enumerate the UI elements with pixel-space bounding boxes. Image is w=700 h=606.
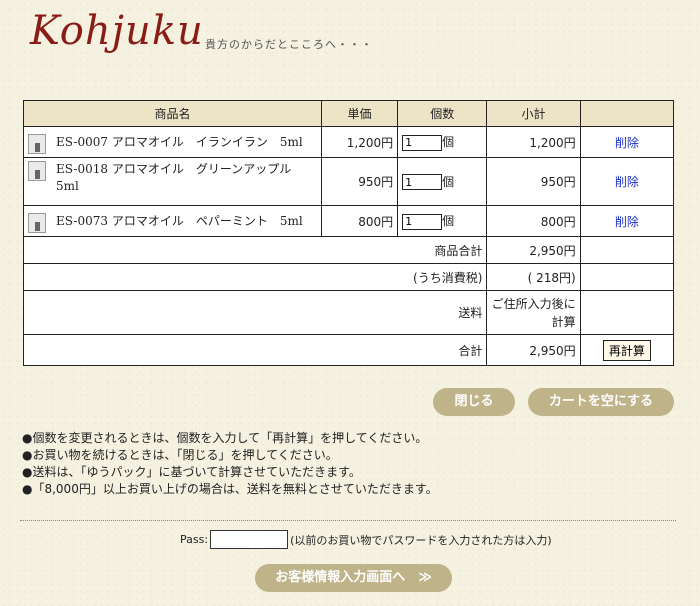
- site-tagline: 貴方のからだとこころへ・・・: [205, 38, 373, 51]
- quantity-input[interactable]: [402, 213, 443, 230]
- section-divider: [20, 520, 676, 521]
- product-name: ES-0073 アロマオイル ペパーミント 5ml: [56, 213, 303, 228]
- table-header-row: 商品名 単価 個数 小計: [23, 100, 675, 127]
- delete-link[interactable]: 削除: [615, 175, 639, 189]
- password-row: Pass: (以前のお買い物でパスワードを入力された方は入力): [180, 530, 552, 549]
- product-thumbnail-icon: [28, 133, 46, 154]
- note-item: ●「8,000円」以上お買い上げの場合は、送料を無料とさせていただきます。: [22, 482, 438, 496]
- goods-total-row: 商品合計 2,950円: [22, 236, 675, 264]
- product-name: ES-0018 アロマオイル グリーンアップル 5ml: [56, 162, 304, 193]
- shipping-row: 送料 ご住所入力後に計算: [22, 290, 675, 335]
- quantity-input[interactable]: [402, 134, 443, 151]
- product-thumbnail-icon: [28, 212, 46, 233]
- subtotal: 950円: [486, 157, 581, 206]
- total-row: 合計 2,950円 再計算: [22, 334, 675, 366]
- tax-label: (うち消費税): [22, 263, 488, 291]
- product-cell: ES-0018 アロマオイル グリーンアップル 5ml: [23, 157, 322, 206]
- shipping-label: 送料: [22, 290, 488, 335]
- goods-total-value: 2,950円: [486, 236, 581, 264]
- recalculate-button[interactable]: 再計算: [602, 339, 651, 361]
- quantity-cell: 個: [397, 157, 488, 206]
- close-button[interactable]: 閉じる: [433, 388, 515, 416]
- header-subtotal: 小計: [486, 100, 581, 127]
- empty-cell: [579, 290, 675, 335]
- empty-cart-button[interactable]: カートを空にする: [528, 388, 674, 416]
- unit-price: 950円: [320, 157, 399, 206]
- cart-table: 商品名 単価 個数 小計 ES-0007 アロマオイル イランイラン 5ml 1…: [22, 100, 675, 366]
- quantity-unit: 個: [442, 135, 455, 150]
- product-cell: ES-0007 アロマオイル イランイラン 5ml: [23, 126, 322, 158]
- password-label: Pass:: [180, 533, 209, 546]
- delete-cell: 削除: [579, 126, 675, 158]
- unit-price: 1,200円: [320, 126, 399, 158]
- header-unit-price: 単価: [320, 100, 399, 127]
- total-value: 2,950円: [486, 334, 581, 366]
- table-row: ES-0007 アロマオイル イランイラン 5ml 1,200円 個 1,200…: [23, 126, 675, 158]
- delete-cell: 削除: [579, 157, 675, 206]
- subtotal: 800円: [486, 205, 581, 237]
- proceed-button[interactable]: お客様情報入力画面へ ≫: [255, 564, 452, 592]
- total-label: 合計: [22, 334, 488, 366]
- unit-price: 800円: [320, 205, 399, 237]
- quantity-unit: 個: [442, 174, 455, 189]
- empty-cell: [579, 236, 675, 264]
- password-note: (以前のお買い物でパスワードを入力された方は入力): [290, 533, 552, 547]
- table-row: ES-0018 アロマオイル グリーンアップル 5ml 950円 個 950円 …: [23, 157, 675, 206]
- product-name: ES-0007 アロマオイル イランイラン 5ml: [56, 134, 303, 149]
- header-product: 商品名: [23, 100, 322, 127]
- recalc-cell: 再計算: [579, 334, 675, 366]
- delete-cell: 削除: [579, 205, 675, 237]
- subtotal: 1,200円: [486, 126, 581, 158]
- delete-link[interactable]: 削除: [615, 215, 639, 229]
- tax-row: (うち消費税) ( 218円): [22, 263, 675, 291]
- site-logo: Kohjuku: [30, 8, 204, 54]
- goods-total-label: 商品合計: [22, 236, 488, 264]
- header-empty: [579, 100, 675, 127]
- header-quantity: 個数: [397, 100, 488, 127]
- tax-value: ( 218円): [486, 263, 581, 291]
- empty-cell: [579, 263, 675, 291]
- product-thumbnail-icon: [28, 161, 46, 181]
- notes-list: ●個数を変更されるときは、個数を入力して「再計算」を押してください。 ●お買い物…: [22, 430, 438, 498]
- note-item: ●個数を変更されるときは、個数を入力して「再計算」を押してください。: [22, 431, 428, 445]
- delete-link[interactable]: 削除: [615, 136, 639, 150]
- table-row: ES-0073 アロマオイル ペパーミント 5ml 800円 個 800円 削除: [23, 205, 675, 237]
- note-item: ●お買い物を続けるときは、「閉じる」を押してください。: [22, 448, 338, 462]
- quantity-cell: 個: [397, 126, 488, 158]
- quantity-input[interactable]: [402, 174, 443, 191]
- product-cell: ES-0073 アロマオイル ペパーミント 5ml: [23, 205, 322, 237]
- note-item: ●送料は、「ゆうパック」に基づいて計算させていただきます。: [22, 465, 361, 479]
- shipping-note: ご住所入力後に計算: [486, 290, 581, 335]
- password-input[interactable]: [210, 530, 289, 549]
- quantity-cell: 個: [397, 205, 488, 237]
- quantity-unit: 個: [442, 214, 455, 229]
